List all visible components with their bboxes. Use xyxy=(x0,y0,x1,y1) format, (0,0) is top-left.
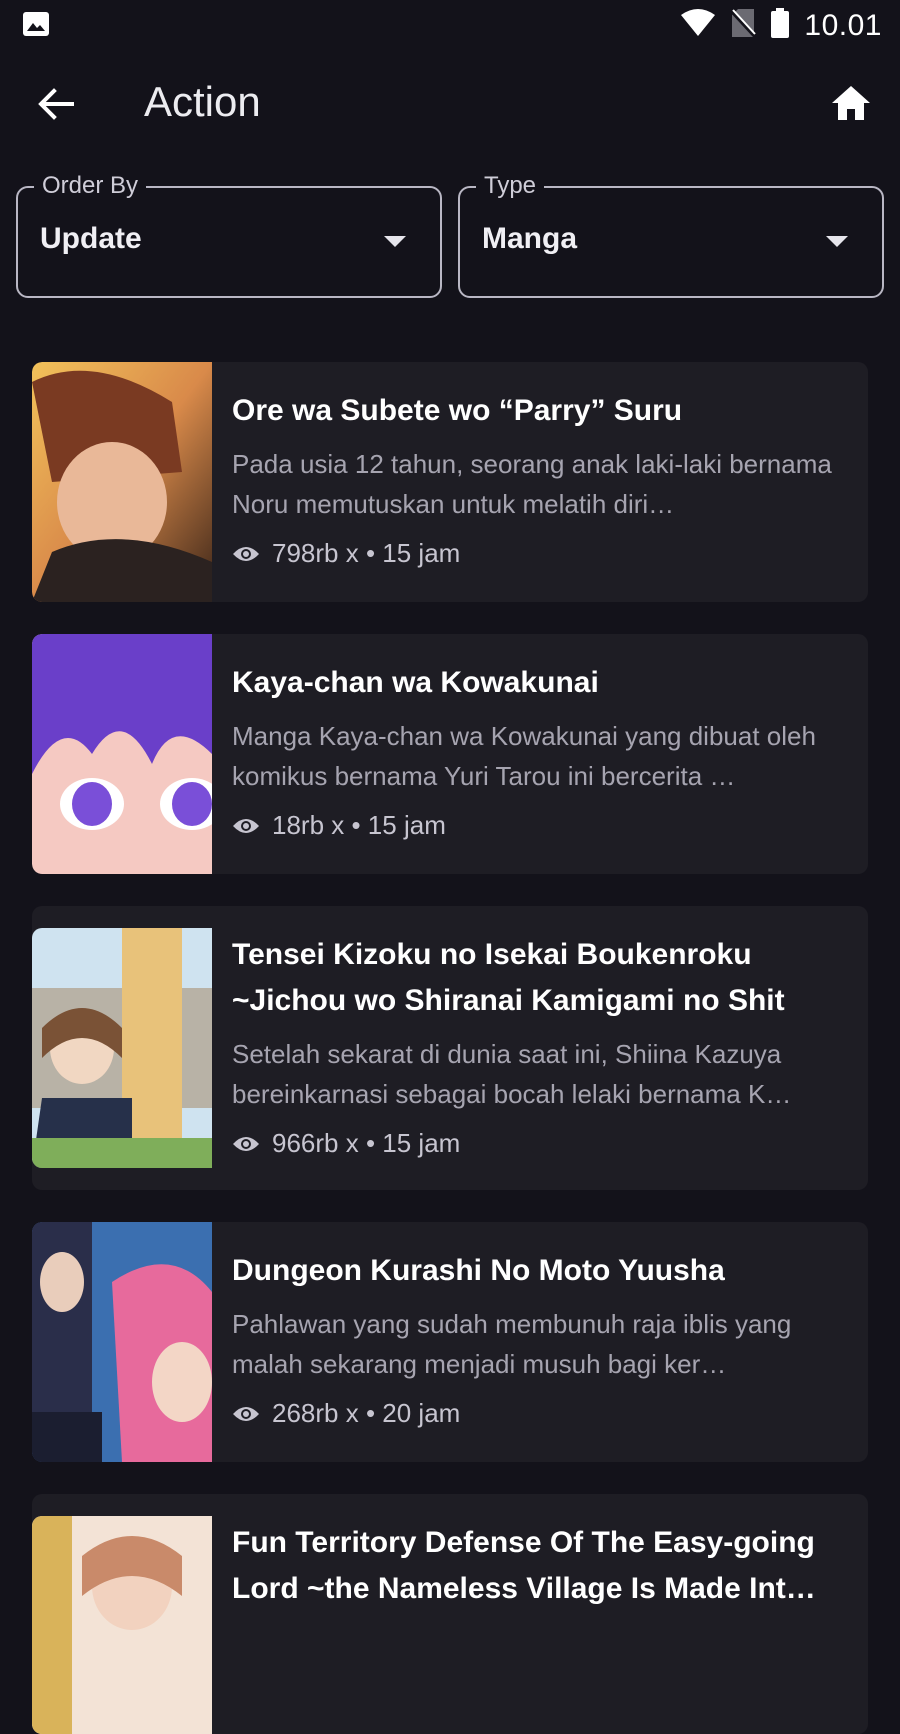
cover-image xyxy=(32,1516,212,1734)
card-meta: 798rb x • 15 jam xyxy=(232,538,848,569)
back-button[interactable] xyxy=(34,82,78,126)
home-button[interactable] xyxy=(828,80,874,126)
card-meta: 268rb x • 20 jam xyxy=(232,1398,848,1429)
type-value: Manga xyxy=(482,222,578,255)
arrow-back-icon xyxy=(38,88,74,120)
card-title: Ore wa Subete wo “Parry” Suru xyxy=(232,394,683,427)
page-title: Action xyxy=(144,78,261,125)
card-description: Pada usia 12 tahun, seorang anak laki-la… xyxy=(232,449,832,519)
type-label: Type xyxy=(476,172,545,200)
cover-image xyxy=(32,362,212,602)
card-title: Fun Territory Defense Of The Easy-going … xyxy=(232,1526,816,1605)
order-by-value: Update xyxy=(40,222,142,255)
app-bar: Action xyxy=(0,60,900,144)
card-meta: 18rb x • 15 jam xyxy=(232,810,848,841)
views-and-time: 966rb x • 15 jam xyxy=(272,1128,461,1158)
manga-card[interactable]: Dungeon Kurashi No Moto Yuusha Pahlawan … xyxy=(32,1222,868,1462)
card-meta: 966rb x • 15 jam xyxy=(232,1128,848,1159)
views-and-time: 18rb x • 15 jam xyxy=(272,810,446,840)
status-bar: 10.01 xyxy=(0,0,900,50)
card-description: Pahlawan yang sudah membunuh raja iblis … xyxy=(232,1309,792,1379)
manga-card[interactable]: Tensei Kizoku no Isekai Boukenroku ~Jich… xyxy=(32,906,868,1190)
order-by-label: Order By xyxy=(34,172,147,200)
cover-image xyxy=(32,928,212,1168)
card-description: Setelah sekarat di dunia saat ini, Shiin… xyxy=(232,1039,792,1109)
caret-down-icon xyxy=(384,236,406,247)
home-icon xyxy=(832,86,870,120)
eye-icon xyxy=(233,1406,259,1421)
card-title: Dungeon Kurashi No Moto Yuusha xyxy=(232,1254,725,1287)
card-title: Kaya-chan wa Kowakunai xyxy=(232,666,599,699)
gallery-notification-icon xyxy=(22,11,50,42)
views-and-time: 268rb x • 20 jam xyxy=(272,1398,461,1428)
manga-card[interactable]: Ore wa Subete wo “Parry” Suru Pada usia … xyxy=(32,362,868,602)
eye-icon xyxy=(233,818,259,833)
cover-image xyxy=(32,634,212,874)
cover-image xyxy=(32,1222,212,1462)
clock: 10.01 xyxy=(804,8,882,42)
caret-down-icon xyxy=(826,236,848,247)
battery-icon xyxy=(770,8,790,43)
manga-card[interactable]: Kaya-chan wa Kowakunai Manga Kaya-chan w… xyxy=(32,634,868,874)
no-sim-icon xyxy=(730,8,757,43)
order-by-dropdown[interactable]: Order By Update xyxy=(16,172,442,298)
manga-card[interactable]: Fun Territory Defense Of The Easy-going … xyxy=(32,1494,868,1734)
wifi-icon xyxy=(680,9,716,42)
card-description: Manga Kaya-chan wa Kowakunai yang dibuat… xyxy=(232,721,816,791)
card-title: Tensei Kizoku no Isekai Boukenroku ~Jich… xyxy=(232,938,785,1017)
eye-icon xyxy=(233,1136,259,1151)
views-and-time: 798rb x • 15 jam xyxy=(272,538,461,568)
eye-icon xyxy=(233,546,259,561)
type-dropdown[interactable]: Type Manga xyxy=(458,172,884,298)
